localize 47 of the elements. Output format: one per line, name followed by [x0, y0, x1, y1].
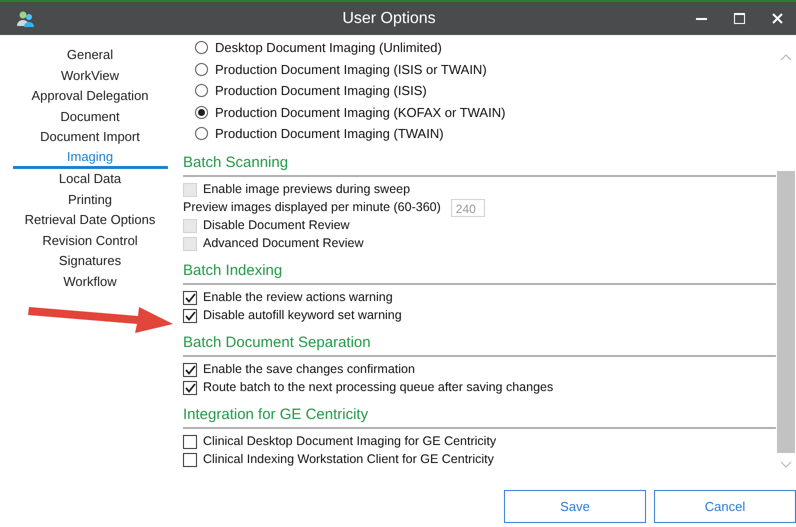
checkbox-label[interactable]: Clinical Indexing Workstation Client for GE Centricity	[203, 450, 494, 469]
checkbox-label[interactable]: Route batch to the next processing queue after saving changes	[203, 378, 554, 397]
sidebar-item[interactable]: Approval Delegation	[31, 86, 149, 107]
radio-button[interactable]	[195, 127, 208, 140]
radio-button[interactable]	[195, 106, 208, 119]
sidebar-item[interactable]: Local Data	[58, 168, 122, 190]
sidebar-item[interactable]: Printing	[68, 190, 112, 210]
radio-label[interactable]: Production Document Imaging (KOFAX or TWAIN)	[215, 102, 506, 122]
sidebar-item[interactable]: Imaging	[12, 148, 168, 169]
users-icon	[16, 10, 36, 28]
sidebar-item[interactable]: Workflow	[63, 272, 117, 293]
dialog-button[interactable]: Save	[504, 490, 646, 523]
scrollbar-thumb[interactable]	[777, 171, 795, 453]
dialog-button[interactable]: Cancel	[654, 490, 796, 523]
checkbox-label[interactable]: Enable the review actions warning	[203, 288, 393, 307]
section-heading: Integration for GE Centricity	[183, 404, 370, 424]
section-heading: Batch Scanning	[183, 152, 290, 172]
checkbox[interactable]	[183, 308, 197, 322]
field-label: Preview images displayed per minute (60-360)	[183, 199, 441, 216]
checkbox-label[interactable]: Enable the save changes confirmation	[203, 360, 415, 379]
sidebar-item[interactable]: Document Import	[40, 127, 140, 148]
sidebar-item[interactable]: Retrieval Date Options	[24, 210, 156, 231]
close-icon	[772, 13, 782, 24]
radio-button[interactable]	[195, 62, 208, 76]
radio-button[interactable]	[195, 84, 208, 98]
section-heading: Batch Indexing	[183, 260, 284, 280]
checkbox[interactable]	[183, 290, 197, 304]
sidebar-item[interactable]: Document	[60, 106, 120, 128]
checkbox[interactable]	[183, 452, 197, 466]
radio-label[interactable]: Production Document Imaging (TWAIN)	[215, 124, 444, 144]
radio-label[interactable]: Production Document Imaging (ISIS)	[215, 81, 427, 100]
sidebar-item[interactable]: WorkView	[60, 66, 120, 86]
checkbox[interactable]	[183, 380, 197, 394]
checkbox-label[interactable]: Disable autofill keyword set warning	[203, 306, 402, 325]
radio-label[interactable]: Desktop Document Imaging (Unlimited)	[215, 38, 442, 58]
checkbox-label[interactable]: Clinical Desktop Document Imaging for GE Centricity	[203, 432, 496, 451]
sidebar-item[interactable]: General	[66, 45, 114, 66]
sidebar-item[interactable]: Signatures	[58, 251, 122, 272]
checkbox[interactable]	[183, 362, 197, 376]
maximize-icon	[734, 13, 744, 24]
radio-label[interactable]: Production Document Imaging (ISIS or TWAIN)	[215, 60, 487, 79]
minimize-icon	[696, 18, 706, 20]
checkbox[interactable]	[183, 434, 197, 448]
window-title: User Options	[341, 8, 437, 28]
section-heading: Batch Document Separation	[183, 332, 372, 352]
sidebar-item[interactable]: Revision Control	[42, 230, 138, 252]
radio-button[interactable]	[195, 41, 208, 54]
